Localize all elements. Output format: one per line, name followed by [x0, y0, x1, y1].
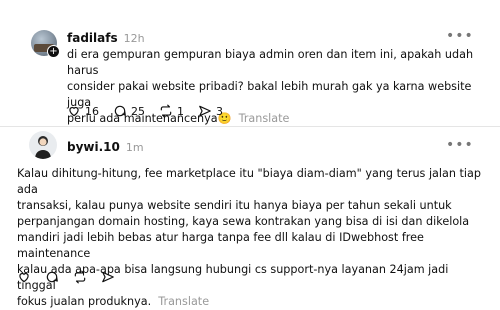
reply-count: 25 — [131, 104, 145, 118]
heart-icon — [19, 272, 29, 283]
person-icon — [35, 136, 51, 159]
more-horizontal-icon[interactable]: ••• — [446, 28, 474, 44]
translate-link[interactable]: Translate — [239, 112, 290, 125]
username[interactable]: fadilafs — [67, 31, 118, 45]
post-actions: 16 25 1 3 — [67, 104, 223, 118]
timestamp: 1m — [125, 141, 144, 154]
like-button[interactable]: 16 — [67, 104, 99, 118]
comment-icon — [114, 105, 126, 117]
repost-icon — [160, 104, 172, 118]
username[interactable]: bywi.10 — [67, 140, 120, 154]
plus-icon[interactable]: + — [47, 45, 60, 58]
reply-button[interactable]: 25 — [113, 104, 145, 118]
post-actions — [17, 270, 115, 284]
timestamp: 12h — [123, 32, 145, 45]
divider — [0, 126, 500, 127]
repost-icon — [74, 270, 86, 284]
repost-count: 1 — [177, 104, 184, 118]
send-icon — [102, 271, 114, 283]
post-body: Kalau dihitung-hitung, fee marketplace i… — [17, 167, 481, 308]
repost-button[interactable]: 1 — [159, 104, 184, 118]
heart-icon — [69, 106, 79, 117]
share-count: 3 — [216, 104, 223, 118]
post-text: Kalau dihitung-hitung, fee marketplace i… — [17, 166, 487, 310]
share-button[interactable] — [101, 270, 115, 284]
like-button[interactable] — [17, 270, 31, 284]
comment-icon — [46, 271, 58, 283]
send-icon — [199, 105, 211, 117]
more-horizontal-icon[interactable]: ••• — [446, 137, 474, 153]
post-header: fadilafs 12h — [67, 31, 145, 45]
post-header: bywi.10 1m — [67, 140, 144, 154]
avatar[interactable] — [29, 131, 57, 159]
share-button[interactable]: 3 — [198, 104, 223, 118]
like-count: 16 — [85, 104, 99, 118]
repost-button[interactable] — [73, 270, 87, 284]
reply-button[interactable] — [45, 270, 59, 284]
translate-link[interactable]: Translate — [158, 295, 209, 308]
